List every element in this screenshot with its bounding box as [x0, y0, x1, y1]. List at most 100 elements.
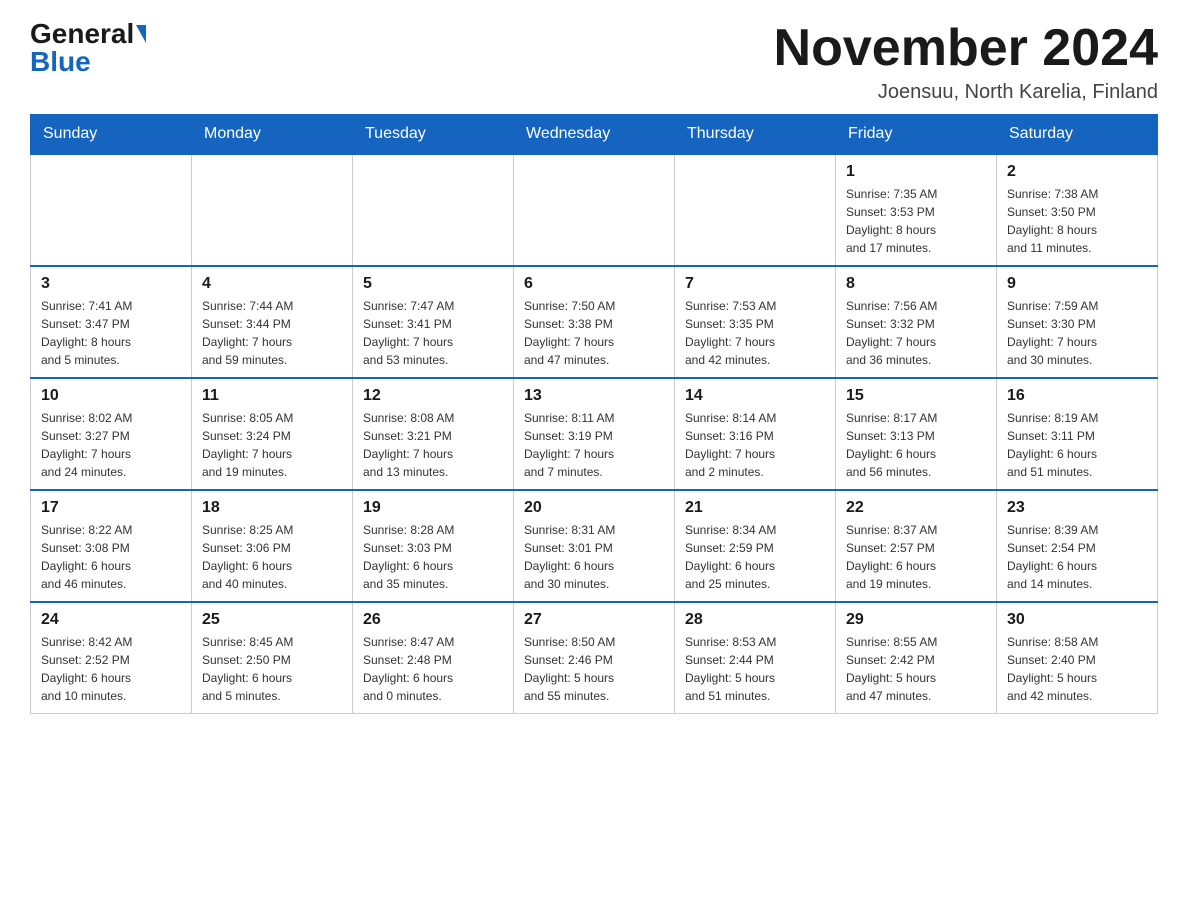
calendar-cell: 14 Sunrise: 8:14 AM Sunset: 3:16 PM Dayli… — [675, 378, 836, 490]
column-header-wednesday: Wednesday — [514, 115, 675, 155]
week-row-2: 3Sunrise: 7:41 AM Sunset: 3:47 PM Daylig… — [31, 266, 1158, 378]
day-info: Sunrise: 8:31 AM Sunset: 3:01 PM Dayligh… — [524, 521, 664, 593]
day-number: 6 — [524, 275, 664, 293]
calendar-cell: 4 Sunrise: 7:44 AM Sunset: 3:44 PM Daylig… — [192, 266, 353, 378]
calendar-cell: 16Sunrise: 8:19 AM Sunset: 3:11 PM Dayli… — [997, 378, 1158, 490]
calendar-cell: 15 Sunrise: 8:17 AM Sunset: 3:13 PM Dayli… — [836, 378, 997, 490]
day-number: 1 — [846, 163, 986, 181]
calendar-header-row: SundayMondayTuesdayWednesdayThursdayFrid… — [31, 115, 1158, 155]
calendar-cell: 25 Sunrise: 8:45 AM Sunset: 2:50 PM Dayli… — [192, 602, 353, 714]
calendar-cell: 12Sunrise: 8:08 AM Sunset: 3:21 PM Dayli… — [353, 378, 514, 490]
day-info: Sunrise: 8:11 AM Sunset: 3:19 PM Dayligh… — [524, 409, 664, 481]
day-info: Sunrise: 8:22 AM Sunset: 3:08 PM Dayligh… — [41, 521, 181, 593]
logo-blue-text: Blue — [30, 48, 91, 76]
calendar-cell: 26 Sunrise: 8:47 AM Sunset: 2:48 PM Dayli… — [353, 602, 514, 714]
day-number: 20 — [524, 499, 664, 517]
day-number: 28 — [685, 611, 825, 629]
day-info: Sunrise: 8:50 AM Sunset: 2:46 PM Dayligh… — [524, 633, 664, 705]
week-row-5: 24 Sunrise: 8:42 AM Sunset: 2:52 PM Dayli… — [31, 602, 1158, 714]
day-number: 5 — [363, 275, 503, 293]
day-number: 26 — [363, 611, 503, 629]
calendar-cell: 6Sunrise: 7:50 AM Sunset: 3:38 PM Daylig… — [514, 266, 675, 378]
calendar-cell: 20 Sunrise: 8:31 AM Sunset: 3:01 PM Dayli… — [514, 490, 675, 602]
calendar-cell: 24 Sunrise: 8:42 AM Sunset: 2:52 PM Dayli… — [31, 602, 192, 714]
day-info: Sunrise: 8:42 AM Sunset: 2:52 PM Dayligh… — [41, 633, 181, 705]
day-number: 10 — [41, 387, 181, 405]
day-number: 24 — [41, 611, 181, 629]
day-info: Sunrise: 8:47 AM Sunset: 2:48 PM Dayligh… — [363, 633, 503, 705]
calendar-cell — [675, 154, 836, 266]
column-header-thursday: Thursday — [675, 115, 836, 155]
day-number: 15 — [846, 387, 986, 405]
logo-general-text: General — [30, 20, 134, 48]
day-info: Sunrise: 8:53 AM Sunset: 2:44 PM Dayligh… — [685, 633, 825, 705]
calendar-cell: 18Sunrise: 8:25 AM Sunset: 3:06 PM Dayli… — [192, 490, 353, 602]
day-number: 7 — [685, 275, 825, 293]
calendar-cell: 2Sunrise: 7:38 AM Sunset: 3:50 PM Daylig… — [997, 154, 1158, 266]
calendar-cell — [192, 154, 353, 266]
calendar-cell: 23Sunrise: 8:39 AM Sunset: 2:54 PM Dayli… — [997, 490, 1158, 602]
logo: General Blue — [30, 20, 146, 76]
day-info: Sunrise: 8:19 AM Sunset: 3:11 PM Dayligh… — [1007, 409, 1147, 481]
calendar-cell: 17 Sunrise: 8:22 AM Sunset: 3:08 PM Dayli… — [31, 490, 192, 602]
calendar-cell: 9 Sunrise: 7:59 AM Sunset: 3:30 PM Daylig… — [997, 266, 1158, 378]
day-number: 9 — [1007, 275, 1147, 293]
calendar-cell — [31, 154, 192, 266]
day-info: Sunrise: 8:28 AM Sunset: 3:03 PM Dayligh… — [363, 521, 503, 593]
day-number: 2 — [1007, 163, 1147, 181]
day-number: 22 — [846, 499, 986, 517]
day-number: 23 — [1007, 499, 1147, 517]
calendar-cell: 7 Sunrise: 7:53 AM Sunset: 3:35 PM Daylig… — [675, 266, 836, 378]
calendar-cell: 1 Sunrise: 7:35 AM Sunset: 3:53 PM Daylig… — [836, 154, 997, 266]
day-info: Sunrise: 7:47 AM Sunset: 3:41 PM Dayligh… — [363, 297, 503, 369]
day-info: Sunrise: 7:53 AM Sunset: 3:35 PM Dayligh… — [685, 297, 825, 369]
day-number: 11 — [202, 387, 342, 405]
calendar-cell: 3Sunrise: 7:41 AM Sunset: 3:47 PM Daylig… — [31, 266, 192, 378]
day-number: 29 — [846, 611, 986, 629]
column-header-monday: Monday — [192, 115, 353, 155]
week-row-4: 17 Sunrise: 8:22 AM Sunset: 3:08 PM Dayli… — [31, 490, 1158, 602]
logo-triangle-icon — [136, 25, 146, 43]
calendar-cell: 5 Sunrise: 7:47 AM Sunset: 3:41 PM Daylig… — [353, 266, 514, 378]
calendar-cell — [514, 154, 675, 266]
day-info: Sunrise: 7:59 AM Sunset: 3:30 PM Dayligh… — [1007, 297, 1147, 369]
column-header-saturday: Saturday — [997, 115, 1158, 155]
calendar-cell: 8Sunrise: 7:56 AM Sunset: 3:32 PM Daylig… — [836, 266, 997, 378]
day-info: Sunrise: 7:35 AM Sunset: 3:53 PM Dayligh… — [846, 185, 986, 257]
day-number: 12 — [363, 387, 503, 405]
day-number: 18 — [202, 499, 342, 517]
day-number: 21 — [685, 499, 825, 517]
calendar-cell: 27 Sunrise: 8:50 AM Sunset: 2:46 PM Dayli… — [514, 602, 675, 714]
day-number: 13 — [524, 387, 664, 405]
calendar-cell: 21Sunrise: 8:34 AM Sunset: 2:59 PM Dayli… — [675, 490, 836, 602]
calendar-cell: 10Sunrise: 8:02 AM Sunset: 3:27 PM Dayli… — [31, 378, 192, 490]
column-header-tuesday: Tuesday — [353, 115, 514, 155]
week-row-3: 10Sunrise: 8:02 AM Sunset: 3:27 PM Dayli… — [31, 378, 1158, 490]
calendar-cell: 29 Sunrise: 8:55 AM Sunset: 2:42 PM Dayli… — [836, 602, 997, 714]
day-info: Sunrise: 8:55 AM Sunset: 2:42 PM Dayligh… — [846, 633, 986, 705]
day-number: 4 — [202, 275, 342, 293]
page-header: General Blue November 2024 Joensuu, Nort… — [30, 20, 1158, 104]
day-info: Sunrise: 8:17 AM Sunset: 3:13 PM Dayligh… — [846, 409, 986, 481]
day-number: 27 — [524, 611, 664, 629]
day-info: Sunrise: 8:05 AM Sunset: 3:24 PM Dayligh… — [202, 409, 342, 481]
column-header-sunday: Sunday — [31, 115, 192, 155]
calendar-cell: 11 Sunrise: 8:05 AM Sunset: 3:24 PM Dayli… — [192, 378, 353, 490]
day-number: 14 — [685, 387, 825, 405]
day-info: Sunrise: 8:37 AM Sunset: 2:57 PM Dayligh… — [846, 521, 986, 593]
month-title: November 2024 — [774, 20, 1158, 77]
day-number: 30 — [1007, 611, 1147, 629]
day-info: Sunrise: 7:44 AM Sunset: 3:44 PM Dayligh… — [202, 297, 342, 369]
day-info: Sunrise: 8:45 AM Sunset: 2:50 PM Dayligh… — [202, 633, 342, 705]
day-info: Sunrise: 8:14 AM Sunset: 3:16 PM Dayligh… — [685, 409, 825, 481]
day-number: 17 — [41, 499, 181, 517]
day-number: 19 — [363, 499, 503, 517]
week-row-1: 1 Sunrise: 7:35 AM Sunset: 3:53 PM Daylig… — [31, 154, 1158, 266]
title-section: November 2024 Joensuu, North Karelia, Fi… — [774, 20, 1158, 104]
calendar-cell: 28 Sunrise: 8:53 AM Sunset: 2:44 PM Dayli… — [675, 602, 836, 714]
day-info: Sunrise: 8:58 AM Sunset: 2:40 PM Dayligh… — [1007, 633, 1147, 705]
day-number: 25 — [202, 611, 342, 629]
calendar-cell: 13 Sunrise: 8:11 AM Sunset: 3:19 PM Dayli… — [514, 378, 675, 490]
calendar-cell: 30 Sunrise: 8:58 AM Sunset: 2:40 PM Dayli… — [997, 602, 1158, 714]
day-info: Sunrise: 7:56 AM Sunset: 3:32 PM Dayligh… — [846, 297, 986, 369]
